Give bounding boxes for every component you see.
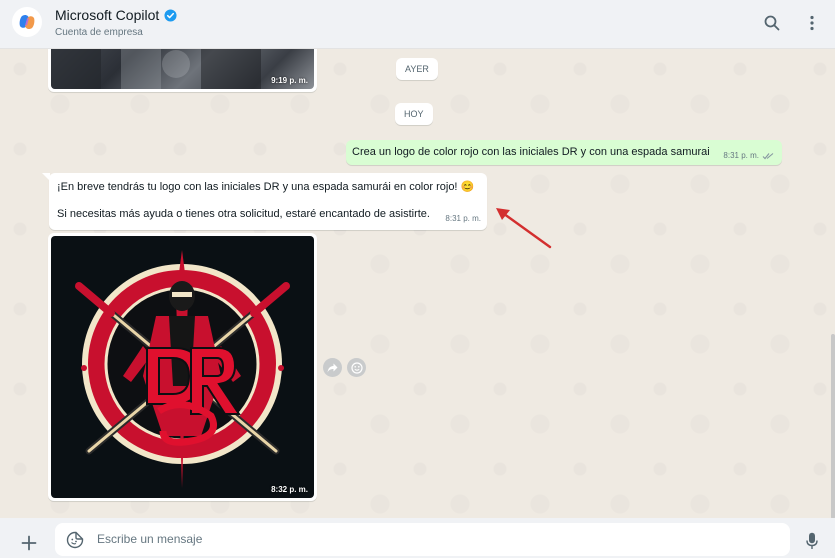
- more-vertical-icon: [810, 15, 814, 31]
- copilot-logo-icon: [19, 14, 35, 30]
- message-input-box[interactable]: [55, 523, 790, 556]
- message-input[interactable]: [95, 531, 699, 547]
- chat-scrollbar[interactable]: [829, 49, 835, 519]
- avatar[interactable]: [12, 7, 42, 37]
- react-button[interactable]: [347, 358, 366, 377]
- plus-icon: [21, 535, 37, 551]
- scroll-thumb[interactable]: [831, 334, 835, 519]
- logo-image-message[interactable]: 8:32 p. m.: [48, 233, 317, 501]
- earlier-image[interactable]: 9:19 p. m.: [51, 49, 314, 89]
- message-line-1: ¡En breve tendrás tu logo con las inicia…: [57, 181, 475, 193]
- verified-badge-icon: [164, 8, 177, 22]
- search-button[interactable]: [761, 12, 783, 34]
- contact-subtitle: Cuenta de empresa: [55, 27, 143, 38]
- incoming-message[interactable]: ¡En breve tendrás tu logo con las inicia…: [42, 173, 487, 230]
- contact-name: Microsoft Copilot: [55, 7, 160, 23]
- annotation-arrow-icon: [496, 208, 552, 249]
- attach-button[interactable]: [18, 532, 40, 554]
- logo-image[interactable]: 8:32 p. m.: [51, 236, 314, 498]
- samurai-dr-logo-icon: [75, 250, 290, 488]
- search-icon: [764, 15, 780, 31]
- message-meta: 8:31 p. m.: [723, 151, 774, 160]
- date-separator-yesterday: AYER: [396, 58, 438, 80]
- mic-button[interactable]: [802, 529, 822, 553]
- message-time: 8:31 p. m.: [723, 151, 759, 160]
- date-separator-today: HOY: [395, 103, 433, 125]
- forward-button[interactable]: [323, 358, 342, 377]
- message-time: 8:31 p. m.: [445, 214, 481, 223]
- bubble-tail: [42, 173, 50, 181]
- earlier-image-message[interactable]: 9:19 p. m.: [48, 49, 317, 92]
- outgoing-message[interactable]: Crea un logo de color rojo con las inici…: [346, 140, 782, 165]
- double-check-icon: [762, 152, 774, 159]
- message-line-2: Si necesitas más ayuda o tienes otra sol…: [57, 208, 430, 220]
- chat-area[interactable]: 9:19 p. m. AYER HOY Crea un logo de colo…: [0, 49, 835, 518]
- contact-title-row[interactable]: Microsoft Copilot: [55, 7, 177, 23]
- message-time: 8:32 p. m.: [271, 485, 308, 494]
- microphone-icon: [806, 532, 818, 549]
- composer-bar: [0, 518, 835, 558]
- menu-button[interactable]: [801, 12, 823, 34]
- emoji-reaction-icon: [350, 361, 363, 374]
- message-text: Crea un logo de color rojo con las inici…: [352, 146, 710, 158]
- sticker-button[interactable]: [65, 530, 85, 550]
- sticker-icon: [66, 531, 84, 549]
- forward-icon: [327, 363, 338, 372]
- chat-header: Microsoft Copilot Cuenta de empresa: [0, 0, 835, 49]
- message-time: 9:19 p. m.: [271, 76, 308, 85]
